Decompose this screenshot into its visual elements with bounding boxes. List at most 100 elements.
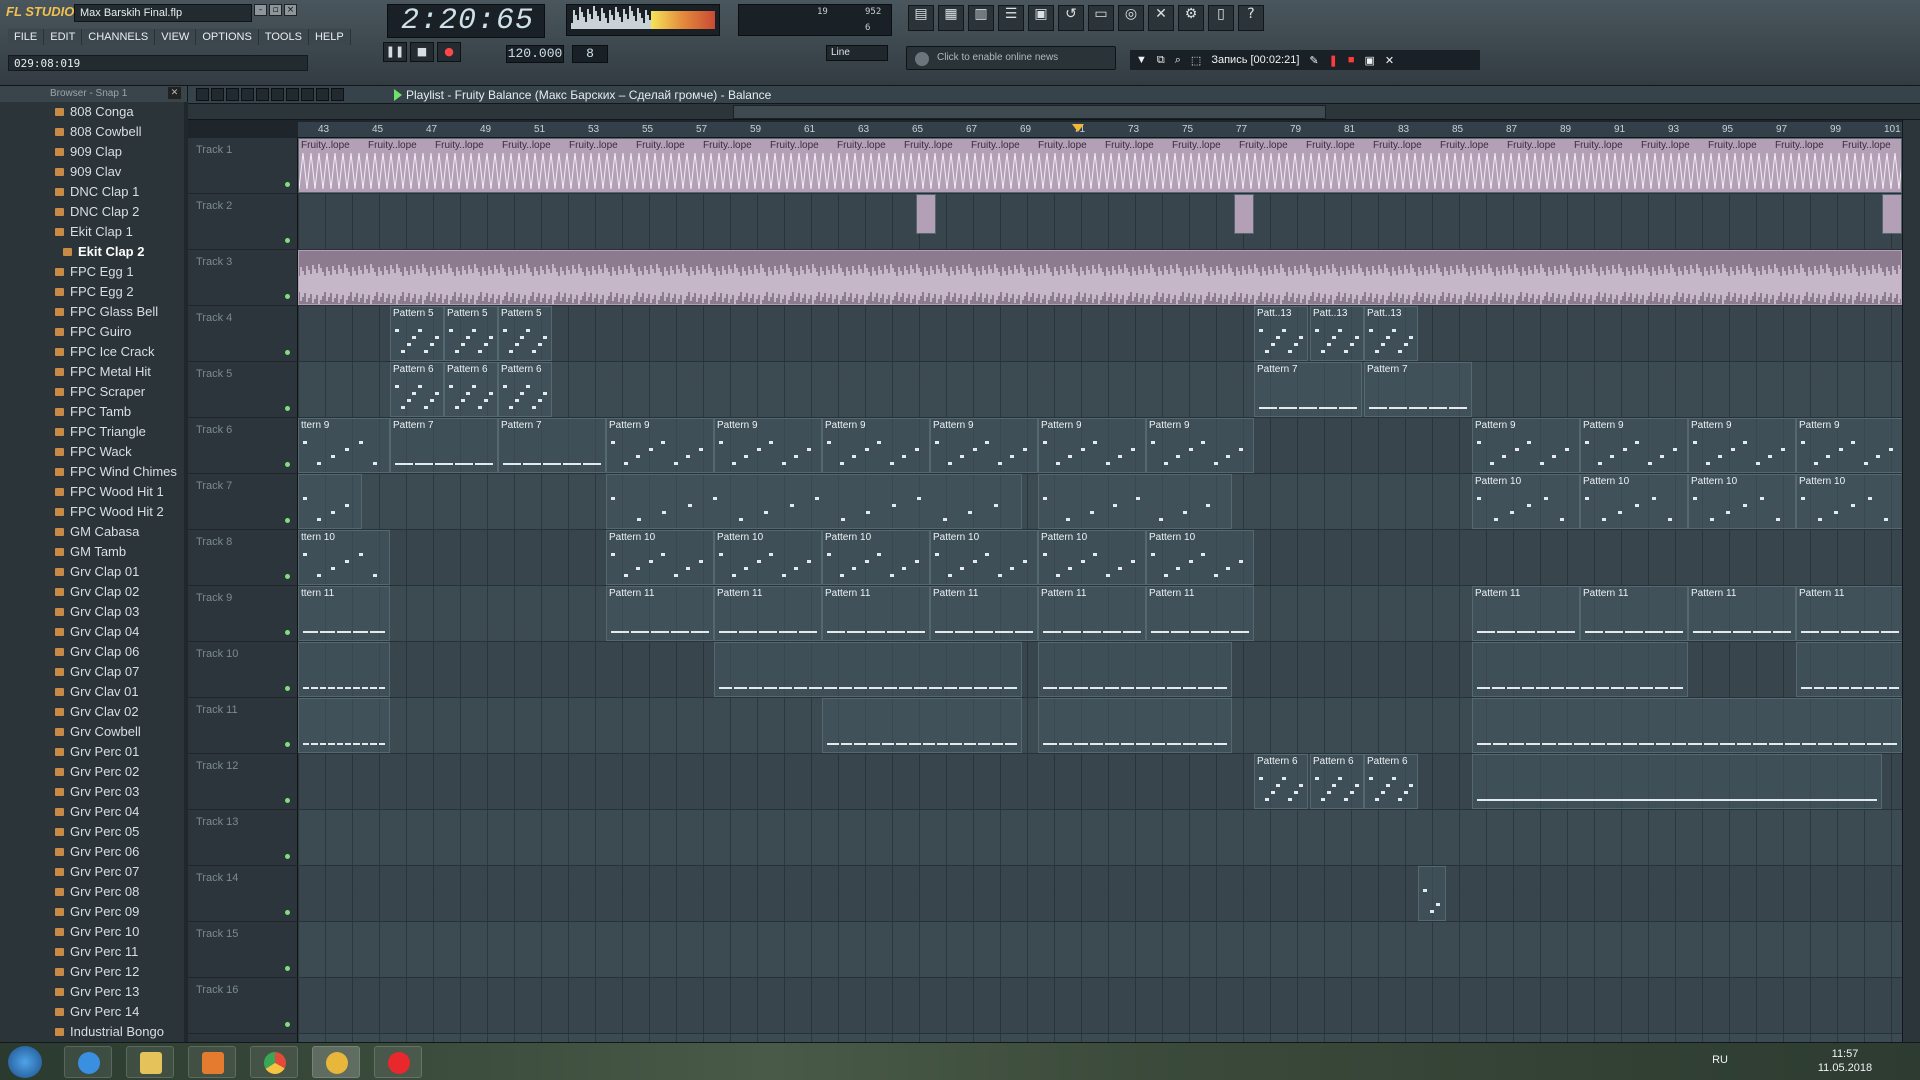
pattern-clip[interactable]: Pattern 6 [1364, 754, 1418, 809]
pattern-clip[interactable]: Pattern 6 [444, 362, 498, 417]
browser-item[interactable]: Grv Perc 01 [0, 742, 184, 762]
pattern-clip[interactable]: Pattern 10 [714, 530, 822, 585]
taskbar-chrome[interactable] [250, 1046, 298, 1078]
pattern-clip[interactable]: Pattern 7 [498, 418, 606, 473]
browser-item[interactable]: Industrial Bongo [0, 1022, 184, 1042]
song-time-display[interactable]: 2:20:65 [387, 4, 545, 38]
pattern-clip[interactable] [1472, 642, 1688, 697]
pattern-clip[interactable]: Pattern 9 [1146, 418, 1254, 473]
browser-item[interactable]: Grv Perc 03 [0, 782, 184, 802]
pattern-clip[interactable] [1472, 698, 1902, 753]
track-led-icon[interactable] [285, 406, 290, 411]
stop-record-icon[interactable]: ■ [1348, 54, 1355, 66]
track-header[interactable]: Track 9 [188, 586, 298, 642]
pattern-clip[interactable]: Pattern 6 [1254, 754, 1308, 809]
browser-item[interactable]: Grv Clap 06 [0, 642, 184, 662]
pattern-clip[interactable]: Pattern 10 [606, 530, 714, 585]
browser-item[interactable]: FPC Triangle [0, 422, 184, 442]
pause-button[interactable]: ❚❚ [383, 42, 407, 62]
track-led-icon[interactable] [285, 1022, 290, 1027]
browser-item[interactable]: FPC Metal Hit [0, 362, 184, 382]
pattern-clip[interactable]: Pattern 9 [714, 418, 822, 473]
browser-item[interactable]: Grv Clap 04 [0, 622, 184, 642]
track-header[interactable]: Track 11 [188, 698, 298, 754]
track-led-icon[interactable] [285, 350, 290, 355]
pattern-clip[interactable]: Pattern 5 [390, 306, 444, 361]
minimize-button[interactable]: ‑ [254, 4, 267, 16]
slice-tool-icon[interactable] [301, 88, 314, 101]
window-icon[interactable]: ⧉ [1157, 54, 1165, 67]
browser-item[interactable]: Grv Perc 11 [0, 942, 184, 962]
browser-item[interactable]: 808 Conga [0, 102, 184, 122]
playlist-grid[interactable]: Fruity..lope Fruity..lope Fruity..lope Frui… [298, 138, 1902, 1042]
language-indicator[interactable]: RU [1712, 1054, 1728, 1066]
track-header[interactable]: Track 4 [188, 306, 298, 362]
restore-button[interactable]: ▫ [269, 4, 282, 16]
track-header[interactable]: Track 8 [188, 530, 298, 586]
slip-tool-icon[interactable] [286, 88, 299, 101]
pattern-clip[interactable] [298, 698, 390, 753]
browser-item[interactable]: 808 Cowbell [0, 122, 184, 142]
browser-item[interactable]: Grv Clap 03 [0, 602, 184, 622]
browser-item[interactable]: FPC Guiro [0, 322, 184, 342]
browser-item[interactable]: Ekit Clap 1 [0, 222, 184, 242]
pattern-clip[interactable]: Pattern 10 [1472, 474, 1580, 529]
pattern-clip[interactable] [1472, 754, 1882, 809]
pattern-clip[interactable] [714, 642, 1022, 697]
pattern-clip[interactable]: Pattern 10 [1580, 474, 1688, 529]
plugin-icon[interactable]: ⚙ [1178, 5, 1204, 31]
taskbar-media[interactable] [188, 1046, 236, 1078]
pattern-clip[interactable]: Pattern 6 [1310, 754, 1364, 809]
browser-item[interactable]: Grv Clav 01 [0, 682, 184, 702]
select-tool-icon[interactable] [316, 88, 329, 101]
browser-item[interactable]: FPC Tamb [0, 402, 184, 422]
delete-tool-icon[interactable] [256, 88, 269, 101]
close-recorder-icon[interactable]: ✕ [1385, 54, 1394, 67]
track-led-icon[interactable] [285, 238, 290, 243]
automation-clip[interactable]: Fruity..lope Fruity..lope Fruity..lope Frui… [298, 138, 1902, 193]
snap-mode-select[interactable]: Line [826, 45, 888, 61]
close-browser-icon[interactable]: ✕ [168, 87, 181, 99]
browser-item[interactable]: FPC Glass Bell [0, 302, 184, 322]
pattern-clip[interactable]: ttern 11 [298, 586, 390, 641]
browser-item[interactable]: Grv Perc 06 [0, 842, 184, 862]
pattern-clip[interactable]: Pattern 10 [1038, 530, 1146, 585]
browser-item[interactable]: FPC Scraper [0, 382, 184, 402]
pattern-clip[interactable]: Pattern 6 [498, 362, 552, 417]
pattern-clip[interactable]: Pattern 10 [1688, 474, 1796, 529]
track-led-icon[interactable] [285, 910, 290, 915]
browser-item[interactable]: 909 Clav [0, 162, 184, 182]
browser-item[interactable]: Grv Clap 07 [0, 662, 184, 682]
fullscreen-icon[interactable]: ⬚ [1191, 54, 1201, 67]
tools-icon[interactable]: ✕ [1148, 5, 1174, 31]
pattern-clip[interactable]: Pattern 11 [822, 586, 930, 641]
track-header[interactable]: Track 13 [188, 810, 298, 866]
pattern-clip[interactable]: Pattern 10 [822, 530, 930, 585]
menu-view[interactable]: VIEW [155, 29, 197, 45]
pattern-clip[interactable] [298, 474, 362, 529]
track-header[interactable]: Track 14 [188, 866, 298, 922]
browser-item[interactable]: Grv Cowbell [0, 722, 184, 742]
pattern-clip[interactable] [606, 474, 1022, 529]
track-header[interactable]: Track 10 [188, 642, 298, 698]
browser-item[interactable]: Grv Perc 04 [0, 802, 184, 822]
pattern-clip[interactable]: Patt..13 [1364, 306, 1418, 361]
pattern-clip[interactable] [1796, 642, 1902, 697]
pattern-clip[interactable]: Pattern 7 [1364, 362, 1472, 417]
pattern-clip[interactable] [822, 698, 1022, 753]
zoom-tool-icon[interactable] [331, 88, 344, 101]
track-led-icon[interactable] [285, 182, 290, 187]
pattern-clip[interactable]: Pattern 11 [1038, 586, 1146, 641]
timeline-ruler[interactable]: 43 45 47 49 51 53 55 57 59 61 63 65 67 69 71 73 75 77 79 81… [298, 122, 1902, 138]
browser-item[interactable]: Grv Perc 12 [0, 962, 184, 982]
browser-item[interactable]: Grv Clap 01 [0, 562, 184, 582]
track-lane[interactable] [298, 922, 1902, 978]
undo-icon[interactable]: ↺ [1058, 5, 1084, 31]
track-header[interactable]: Track 1 [188, 138, 298, 194]
track-lane[interactable] [298, 810, 1902, 866]
pen-icon[interactable]: ✎ [1309, 54, 1318, 67]
playlist-icon[interactable]: ▤ [908, 5, 934, 31]
pattern-clip[interactable]: Pattern 10 [930, 530, 1038, 585]
browser-item[interactable]: FPC Wood Hit 1 [0, 482, 184, 502]
track-led-icon[interactable] [285, 686, 290, 691]
